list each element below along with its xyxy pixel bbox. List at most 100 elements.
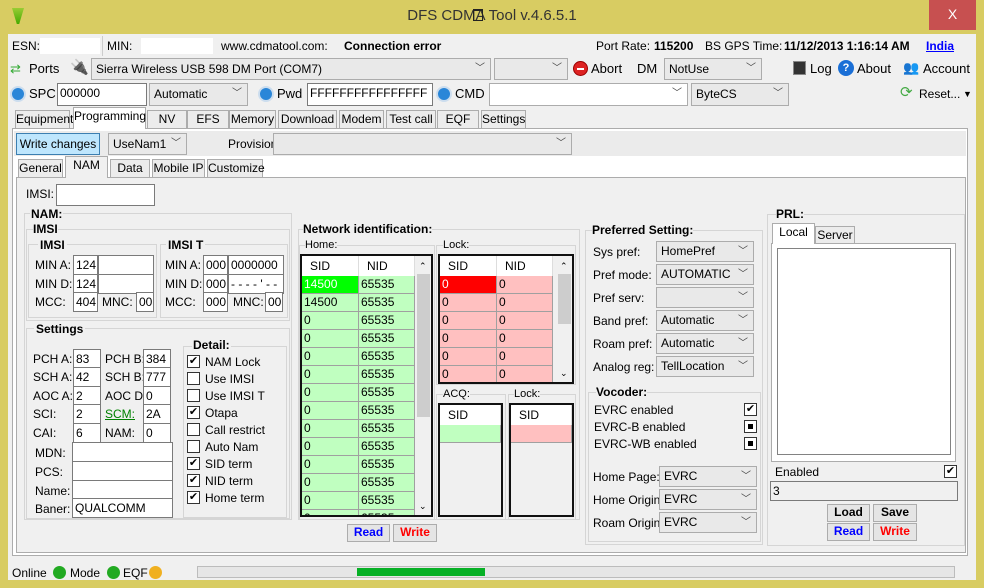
pwd-go-icon[interactable]	[258, 86, 274, 102]
tab-eqf[interactable]: EQF	[437, 110, 479, 128]
pch-a-input[interactable]: 83	[73, 349, 101, 369]
home-row-nid[interactable]: 65535	[359, 312, 415, 330]
home-row-sid[interactable]: 0	[302, 420, 359, 438]
checkbox-nid-term[interactable]: ✔	[187, 474, 200, 487]
home-row-nid[interactable]: 65535	[359, 366, 415, 384]
tab-equipment[interactable]: Equipment	[15, 110, 73, 128]
prl-tab-local[interactable]: Local	[772, 223, 815, 244]
pcs-input[interactable]	[72, 461, 173, 481]
sci-input[interactable]: 2	[73, 404, 101, 424]
subtab-data[interactable]: Data	[110, 159, 150, 177]
lock-row-nid[interactable]: 0	[497, 366, 553, 382]
lock-row-nid[interactable]: 0	[497, 330, 553, 348]
nam-input[interactable]: 0	[143, 423, 171, 443]
lock2-grid[interactable]: SID	[509, 403, 574, 517]
abort-button[interactable]: Abort	[591, 61, 622, 77]
lock-row-sid[interactable]: 0	[440, 276, 497, 294]
sch-a-input[interactable]: 42	[73, 367, 101, 387]
prl-list[interactable]	[777, 248, 951, 455]
subtab-nam[interactable]: NAM	[65, 156, 108, 178]
cai-input[interactable]: 6	[73, 423, 101, 443]
home-row-nid[interactable]: 65535	[359, 492, 415, 510]
spc-label[interactable]: SPC	[29, 86, 56, 102]
prl-load-button[interactable]: Load	[827, 504, 870, 522]
network-read-button[interactable]: Read	[347, 524, 390, 542]
pch-b-input[interactable]: 384	[143, 349, 171, 369]
scroll-thumb[interactable]	[558, 274, 571, 324]
home-row-nid[interactable]: 65535	[359, 474, 415, 492]
scm-input[interactable]: 2A	[143, 404, 171, 424]
port-select[interactable]: Sierra Wireless USB 598 DM Port (COM7) ﹀	[91, 58, 491, 80]
imsi-mcc[interactable]: 404	[73, 292, 98, 312]
lock-row-sid[interactable]: 0	[440, 330, 497, 348]
spc-mode-select[interactable]: Automatic ﹀	[149, 83, 248, 106]
checkbox-sid-term[interactable]: ✔	[187, 457, 200, 470]
about-button[interactable]: About	[857, 61, 891, 77]
imsi_t-mcc[interactable]: 000	[203, 292, 228, 312]
home-row-sid[interactable]: 0	[302, 510, 359, 515]
imsi_t-mnc[interactable]: 00	[265, 292, 283, 312]
home-row-sid[interactable]: 0	[302, 474, 359, 492]
imsi_t-min-a-1[interactable]: 000	[203, 255, 228, 275]
nam-select[interactable]: UseNam1 ﹀	[108, 133, 187, 155]
checkbox-use-imsi-t[interactable]	[187, 389, 200, 402]
subtab-general[interactable]: General	[18, 159, 63, 177]
imsi-min-a-2[interactable]	[98, 255, 154, 275]
imsi_t-min-a-2[interactable]: 0000000	[228, 255, 284, 275]
prl-tab-server[interactable]: Server	[815, 226, 855, 243]
baner-input[interactable]: QUALCOMM	[72, 498, 173, 518]
network-write-button[interactable]: Write	[393, 524, 437, 542]
checkbox-auto-nam[interactable]	[187, 440, 200, 453]
plug-icon[interactable]: 🔌	[70, 60, 89, 76]
log-button[interactable]: Log	[810, 61, 832, 77]
home-row-nid[interactable]: 65535	[359, 402, 415, 420]
tab-test-call[interactable]: Test call	[386, 110, 436, 128]
aoc-d-input[interactable]: 0	[143, 386, 171, 406]
home-scrollbar[interactable]: ⌃ ⌄	[415, 256, 431, 515]
lock-scrollbar[interactable]: ⌃ ⌄	[556, 256, 572, 382]
home-grid[interactable]: SID NID 14500 65535 14500 65535 0 65535 0 65535 0 6…	[300, 254, 433, 517]
close-button[interactable]: X	[929, 0, 976, 30]
abort-icon[interactable]	[573, 61, 588, 76]
pref-roampref-select[interactable]: Automatic ﹀	[656, 333, 754, 354]
home-row-nid[interactable]: 65535	[359, 294, 415, 312]
help-icon[interactable]: ?	[838, 60, 854, 76]
cmd-go-icon[interactable]	[436, 86, 452, 102]
imsi-input[interactable]	[56, 184, 155, 206]
pref-prefmode-select[interactable]: AUTOMATIC ﹀	[656, 264, 754, 285]
home-row-nid[interactable]: 65535	[359, 456, 415, 474]
acq-grid[interactable]: SID	[438, 403, 503, 517]
checkbox-home-term[interactable]: ✔	[187, 491, 200, 504]
provisioning-select[interactable]: ﹀	[273, 133, 572, 155]
imsi-mnc[interactable]: 00	[136, 292, 154, 312]
scroll-thumb[interactable]	[417, 274, 430, 417]
cmd-label[interactable]: CMD	[455, 86, 485, 102]
cmd-select[interactable]: ﹀	[489, 83, 688, 106]
lock-row-nid[interactable]: 0	[497, 312, 553, 330]
aoc-a-input[interactable]: 2	[73, 386, 101, 406]
home-row-nid[interactable]: 65535	[359, 510, 415, 515]
refresh-icon[interactable]: ⟳	[900, 85, 913, 101]
spc-go-icon[interactable]	[10, 86, 26, 102]
home-row-sid[interactable]: 0	[302, 456, 359, 474]
home-row-sid[interactable]: 0	[302, 492, 359, 510]
lock-row-nid[interactable]: 0	[497, 348, 553, 366]
sch-b-input[interactable]: 777	[143, 367, 171, 387]
reset-dropdown-icon[interactable]: ▼	[963, 86, 972, 102]
region-link[interactable]: India	[926, 38, 954, 54]
lock-row-sid[interactable]: 0	[440, 348, 497, 366]
lock-row-sid[interactable]: 0	[440, 294, 497, 312]
imsi-min-d-2[interactable]	[98, 274, 154, 294]
scroll-down-icon[interactable]: ⌄	[419, 498, 427, 514]
account-button[interactable]: Account	[923, 61, 970, 77]
home-row-nid[interactable]: 65535	[359, 420, 415, 438]
home-row-nid[interactable]: 65535	[359, 348, 415, 366]
checkbox-nam-lock[interactable]: ✔	[187, 355, 200, 368]
home-row-sid[interactable]: 0	[302, 348, 359, 366]
home-row-sid[interactable]: 0	[302, 384, 359, 402]
pwd-label[interactable]: Pwd	[277, 86, 302, 102]
home-row-sid[interactable]: 0	[302, 312, 359, 330]
home-row-sid[interactable]: 0	[302, 438, 359, 456]
window-maximize-icon[interactable]	[473, 9, 483, 21]
imsi-min-a-1[interactable]: 124	[73, 255, 98, 275]
